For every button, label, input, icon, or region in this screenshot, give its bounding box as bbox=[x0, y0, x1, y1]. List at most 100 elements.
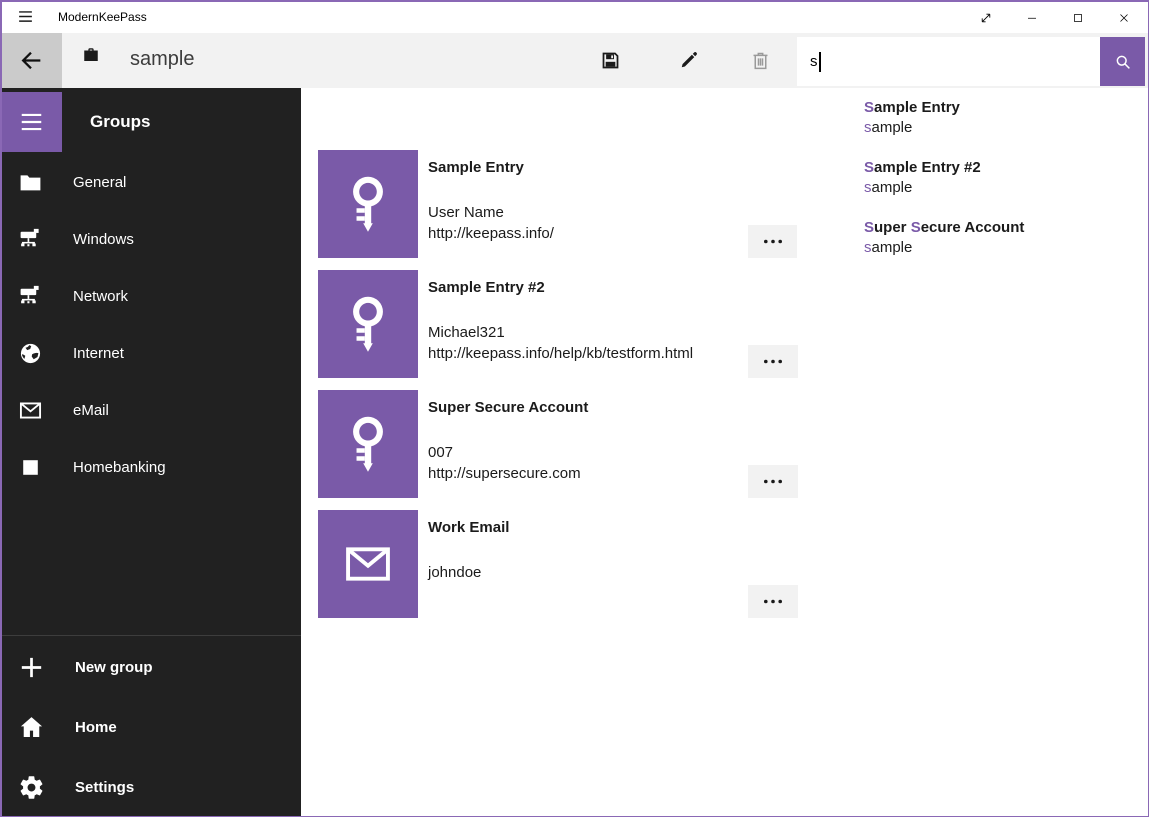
close-icon bbox=[1118, 12, 1130, 24]
hamburger-icon[interactable] bbox=[16, 8, 35, 25]
sidebar-item-label: General bbox=[73, 174, 126, 191]
sidebar-header: Groups bbox=[90, 92, 150, 152]
search-button[interactable] bbox=[1100, 37, 1145, 86]
maximize-icon bbox=[1072, 12, 1084, 24]
mail-icon bbox=[18, 398, 43, 423]
suggestion-title: Super Secure Account bbox=[864, 218, 1147, 238]
entry-details: johndoe bbox=[428, 562, 481, 583]
sidebar-item-label: eMail bbox=[73, 402, 109, 419]
sidebar: Groups General Windows Network Internet … bbox=[0, 88, 301, 817]
sidebar-item-email[interactable]: eMail bbox=[0, 382, 301, 439]
entry-title: Sample Entry #2 bbox=[428, 278, 545, 298]
command-bar: sample s bbox=[0, 33, 1149, 88]
suggestion-subtitle: sample bbox=[864, 238, 1147, 258]
more-button[interactable] bbox=[748, 585, 798, 618]
sidebar-item-label: Internet bbox=[73, 345, 124, 362]
sidebar-item-homebanking[interactable]: Homebanking bbox=[0, 439, 301, 496]
search-query-text: s bbox=[810, 53, 818, 70]
entry-username: johndoe bbox=[428, 562, 481, 583]
entry-username: Michael321 bbox=[428, 322, 693, 343]
search-suggestion[interactable]: Super Secure Account sample bbox=[797, 218, 1147, 278]
sidebar-divider bbox=[0, 635, 301, 636]
home-icon bbox=[18, 714, 45, 741]
ellipsis-icon bbox=[762, 357, 784, 366]
save-button[interactable] bbox=[590, 33, 630, 88]
entry-tile bbox=[318, 390, 418, 498]
minimize-button[interactable] bbox=[1009, 2, 1055, 33]
sidebar-item-label: Settings bbox=[75, 779, 134, 796]
search-suggestion[interactable]: Sample Entry sample bbox=[797, 98, 1147, 158]
entry-row[interactable]: Work Email johndoe bbox=[318, 510, 798, 618]
entry-username: User Name bbox=[428, 202, 554, 223]
suggestion-title: Sample Entry #2 bbox=[864, 158, 1147, 178]
ellipsis-icon bbox=[762, 477, 784, 486]
hamburger-icon bbox=[17, 109, 46, 135]
suggestion-subtitle: sample bbox=[864, 178, 1147, 198]
sidebar-item-label: Homebanking bbox=[73, 459, 166, 476]
entry-details: User Name http://keepass.info/ bbox=[428, 202, 554, 244]
entry-title: Work Email bbox=[428, 518, 509, 538]
sidebar-footer-list: New group Home Settings bbox=[0, 637, 301, 817]
app-window: ModernKeePass sample s bbox=[0, 0, 1149, 817]
sidebar-item-label: Home bbox=[75, 719, 117, 736]
add-icon bbox=[18, 654, 45, 681]
sidebar-item-settings[interactable]: Settings bbox=[0, 757, 301, 817]
sidebar-hamburger-button[interactable] bbox=[0, 92, 62, 152]
ellipsis-icon bbox=[762, 237, 784, 246]
sidebar-group-list: General Windows Network Internet eMail H… bbox=[0, 154, 301, 496]
minimize-icon bbox=[1026, 12, 1038, 24]
search-suggestion[interactable]: Sample Entry #2 sample bbox=[797, 158, 1147, 218]
fullscreen-button[interactable] bbox=[963, 2, 1009, 33]
sidebar-item-label: New group bbox=[75, 659, 153, 676]
globe-icon bbox=[18, 341, 43, 366]
settings-icon bbox=[18, 774, 45, 801]
mail-icon bbox=[342, 538, 394, 590]
fullscreen-icon bbox=[979, 11, 993, 25]
search-input[interactable]: s bbox=[797, 37, 1100, 86]
window-title: ModernKeePass bbox=[58, 10, 147, 24]
more-button[interactable] bbox=[748, 465, 798, 498]
entry-row[interactable]: Super Secure Account 007 http://supersec… bbox=[318, 390, 798, 498]
sidebar-item-new-group[interactable]: New group bbox=[0, 637, 301, 697]
sidebar-item-windows[interactable]: Windows bbox=[0, 211, 301, 268]
entry-url: http://supersecure.com bbox=[428, 463, 581, 484]
suggestion-subtitle: sample bbox=[864, 118, 1147, 138]
close-button[interactable] bbox=[1101, 2, 1147, 33]
entry-title: Sample Entry bbox=[428, 158, 524, 178]
text-caret bbox=[819, 52, 821, 72]
sidebar-item-general[interactable]: General bbox=[0, 154, 301, 211]
workstation-icon bbox=[18, 227, 43, 252]
suggestion-title: Sample Entry bbox=[864, 98, 1147, 118]
trash-icon bbox=[750, 50, 771, 71]
more-button[interactable] bbox=[748, 345, 798, 378]
maximize-button[interactable] bbox=[1055, 2, 1101, 33]
database-title: sample bbox=[130, 33, 194, 88]
entry-tile bbox=[318, 270, 418, 378]
window-controls bbox=[963, 2, 1147, 33]
entry-url: http://keepass.info/ bbox=[428, 223, 554, 244]
sidebar-item-label: Windows bbox=[73, 231, 134, 248]
sidebar-item-home[interactable]: Home bbox=[0, 697, 301, 757]
square-icon bbox=[18, 455, 43, 480]
sidebar-item-label: Network bbox=[73, 288, 128, 305]
key-icon bbox=[336, 292, 400, 356]
entry-username: 007 bbox=[428, 442, 581, 463]
back-button[interactable] bbox=[0, 33, 62, 88]
entry-title: Super Secure Account bbox=[428, 398, 588, 418]
edit-button[interactable] bbox=[668, 33, 708, 88]
sidebar-item-internet[interactable]: Internet bbox=[0, 325, 301, 382]
entry-details: 007 http://supersecure.com bbox=[428, 442, 581, 484]
delete-button[interactable] bbox=[740, 33, 780, 88]
entry-tile bbox=[318, 510, 418, 618]
pencil-icon bbox=[678, 50, 699, 71]
main-content: Sample Entry User Name http://keepass.in… bbox=[301, 88, 1149, 817]
sidebar-item-network[interactable]: Network bbox=[0, 268, 301, 325]
titlebar: ModernKeePass bbox=[0, 0, 1149, 33]
workstation-icon bbox=[18, 284, 43, 309]
entry-tile bbox=[318, 150, 418, 258]
more-button[interactable] bbox=[748, 225, 798, 258]
entry-row[interactable]: Sample Entry #2 Michael321 http://keepas… bbox=[318, 270, 798, 378]
save-icon bbox=[600, 50, 621, 71]
entry-url: http://keepass.info/help/kb/testform.htm… bbox=[428, 343, 693, 364]
entry-row[interactable]: Sample Entry User Name http://keepass.in… bbox=[318, 150, 798, 258]
